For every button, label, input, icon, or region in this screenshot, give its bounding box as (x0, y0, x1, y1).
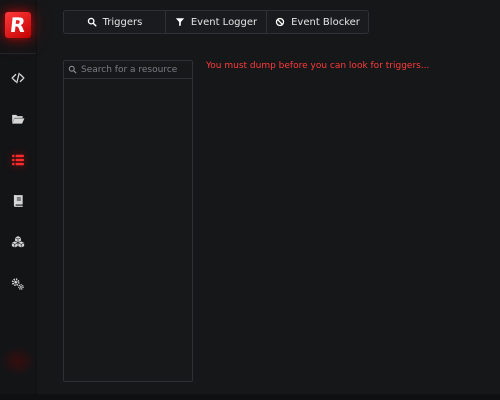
sidebar-item-files[interactable] (6, 107, 30, 131)
gears-icon (11, 278, 24, 290)
tab-label: Event Blocker (291, 16, 360, 28)
sidebar-item-triggers[interactable] (6, 148, 30, 172)
logo-letter: R (9, 13, 27, 37)
search-icon (68, 65, 77, 74)
folder-open-icon (12, 114, 25, 124)
tab-event-logger[interactable]: Event Logger (165, 11, 266, 33)
sidebar-item-code[interactable] (6, 66, 30, 90)
app-logo[interactable]: R (3, 10, 33, 40)
dump-required-message: You must dump before you can look for tr… (206, 61, 430, 71)
cubes-icon (11, 236, 25, 248)
logo-badge: R (5, 12, 31, 38)
resource-search (64, 61, 192, 79)
sidebar-item-settings[interactable] (6, 272, 30, 296)
resource-search-input[interactable] (77, 61, 192, 78)
block-icon (275, 17, 285, 27)
tab-bar: Triggers Event Logger Event Blocker (63, 10, 369, 34)
book-icon (13, 195, 23, 207)
window-bottom-edge (0, 394, 500, 400)
tab-label: Event Logger (190, 16, 258, 28)
tab-event-blocker[interactable]: Event Blocker (266, 11, 368, 33)
filter-icon (175, 18, 185, 27)
search-icon (87, 17, 97, 27)
sidebar-glow (0, 346, 36, 376)
list-icon (12, 154, 24, 166)
sidebar: R (0, 0, 37, 400)
tab-label: Triggers (102, 16, 143, 28)
sidebar-item-docs[interactable] (6, 189, 30, 213)
sidebar-item-resources[interactable] (6, 230, 30, 254)
resource-list-panel (63, 60, 193, 382)
code-icon (11, 72, 25, 84)
sidebar-divider (0, 53, 36, 54)
tab-triggers[interactable]: Triggers (64, 11, 165, 33)
